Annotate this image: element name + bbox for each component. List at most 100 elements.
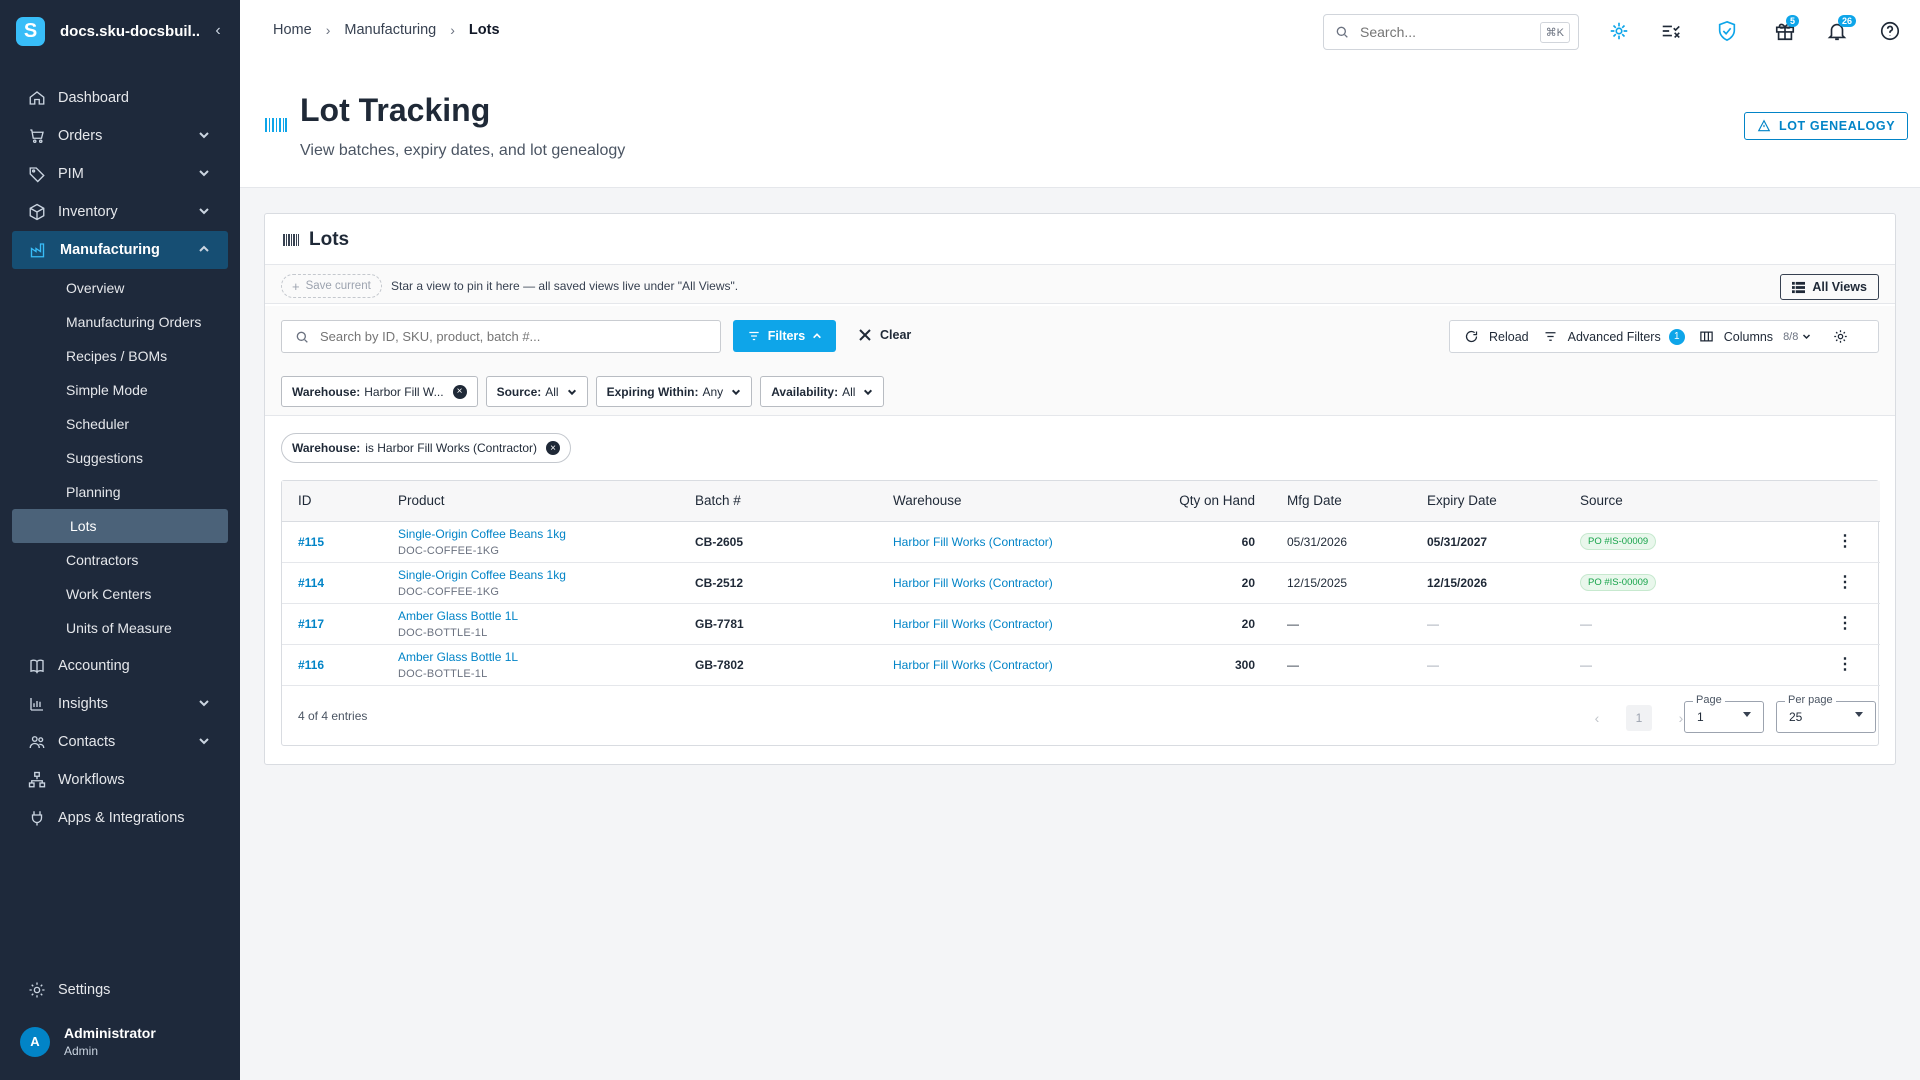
columns-label: Columns <box>1723 329 1774 344</box>
table-settings-button[interactable] <box>1833 329 1858 344</box>
column-header-id[interactable]: ID <box>282 481 382 522</box>
sidebar-item-accounting[interactable]: Accounting <box>0 647 240 685</box>
lot-id-link[interactable]: #114 <box>298 576 324 590</box>
table-search-input[interactable] <box>320 329 700 344</box>
row-menu-icon[interactable]: ⋮ <box>1810 603 1880 645</box>
workspace-name[interactable]: docs.sku-docsbuil... <box>60 23 200 40</box>
submenu-item-lots[interactable]: Lots <box>12 509 228 543</box>
product-link[interactable]: Single-Origin Coffee Beans 1kg <box>398 527 679 541</box>
column-header-source[interactable]: Source <box>1564 481 1810 522</box>
table-row[interactable]: #116 Amber Glass Bottle 1L DOC-BOTTLE-1L … <box>282 644 1880 686</box>
lot-id-link[interactable]: #115 <box>298 535 324 549</box>
submenu-item-recipes-boms[interactable]: Recipes / BOMs <box>0 339 240 373</box>
lot-id-link[interactable]: #116 <box>298 658 324 672</box>
clear-filters-button[interactable]: Clear <box>859 328 911 342</box>
sidebar-item-apps-integrations[interactable]: Apps & Integrations <box>0 799 240 837</box>
search-shortcut: ⌘K <box>1539 22 1570 43</box>
source-badge[interactable]: PO #IS-00009 <box>1580 574 1657 591</box>
source-filter-chip[interactable]: Source: All <box>485 376 588 407</box>
sidebar-item-manufacturing[interactable]: Manufacturing <box>12 231 228 269</box>
column-header-warehouse[interactable]: Warehouse <box>877 481 1137 522</box>
row-menu-icon[interactable]: ⋮ <box>1810 562 1880 604</box>
user-role: Admin <box>64 1044 99 1058</box>
submenu-item-units-of-measure[interactable]: Units of Measure <box>0 611 240 645</box>
advanced-filters-button[interactable]: Advanced Filters 1 <box>1543 328 1685 345</box>
all-views-button[interactable]: All Views <box>1780 274 1879 300</box>
submenu-item-simple-mode[interactable]: Simple Mode <box>0 373 240 407</box>
reload-button[interactable]: Reload <box>1464 329 1529 344</box>
table-search[interactable] <box>281 320 721 353</box>
breadcrumb-home[interactable]: Home <box>273 22 312 38</box>
row-menu-icon[interactable]: ⋮ <box>1810 521 1880 563</box>
global-search[interactable]: ⌘K <box>1323 14 1579 50</box>
expiring-within-filter-chip[interactable]: Expiring Within: Any <box>595 376 753 407</box>
warehouse-filter-chip[interactable]: Warehouse: Harbor Fill W... × <box>281 376 478 407</box>
table-row[interactable]: #117 Amber Glass Bottle 1L DOC-BOTTLE-1L … <box>282 603 1880 645</box>
table-toolbar: Filters Clear Reload Advanced Filters 1 … <box>265 306 1895 416</box>
product-link[interactable]: Amber Glass Bottle 1L <box>398 650 679 664</box>
prev-page-icon[interactable]: ‹ <box>1590 710 1604 726</box>
user-name: Administrator <box>64 1025 156 1041</box>
columns-button[interactable]: Columns 8/8 <box>1699 329 1812 344</box>
page-select-value: 1 <box>1697 710 1704 724</box>
chip-value: Harbor Fill W... <box>364 384 444 399</box>
page-select[interactable]: Page 1 <box>1684 694 1764 733</box>
submenu-item-manufacturing-orders[interactable]: Manufacturing Orders <box>0 305 240 339</box>
breadcrumb-current: Lots <box>468 22 500 38</box>
column-header-product[interactable]: Product <box>382 481 679 522</box>
sidebar-item-orders[interactable]: Orders <box>0 117 240 155</box>
warehouse-link[interactable]: Harbor Fill Works (Contractor) <box>893 576 1053 590</box>
batch-number: CB-2512 <box>695 575 744 590</box>
submenu-item-planning[interactable]: Planning <box>0 475 240 509</box>
submenu-item-overview[interactable]: Overview <box>0 271 240 305</box>
source-empty: — <box>1564 644 1810 686</box>
gift-icon[interactable]: 5 <box>1774 15 1800 42</box>
save-current-view-button[interactable]: + Save current <box>281 274 382 298</box>
ai-sparkle-icon[interactable] <box>1608 20 1630 42</box>
user-menu[interactable]: A Administrator Admin <box>20 1025 156 1058</box>
warehouse-link[interactable]: Harbor Fill Works (Contractor) <box>893 535 1053 549</box>
sidebar-item-contacts[interactable]: Contacts <box>0 723 240 761</box>
table-row[interactable]: #115 Single-Origin Coffee Beans 1kg DOC-C… <box>282 521 1880 563</box>
table-actions: Reload Advanced Filters 1 Columns 8/8 <box>1449 320 1879 353</box>
warehouse-link[interactable]: Harbor Fill Works (Contractor) <box>893 658 1053 672</box>
breadcrumb-manufacturing[interactable]: Manufacturing <box>344 22 436 38</box>
per-page-select[interactable]: Per page 25 <box>1776 694 1876 733</box>
row-menu-icon[interactable]: ⋮ <box>1810 644 1880 686</box>
source-badge[interactable]: PO #IS-00009 <box>1580 533 1657 550</box>
submenu-item-work-centers[interactable]: Work Centers <box>0 577 240 611</box>
help-icon[interactable] <box>1879 20 1901 42</box>
lot-genealogy-button[interactable]: LOT GENEALOGY <box>1744 112 1909 140</box>
page-number[interactable]: 1 <box>1626 705 1652 731</box>
tasks-icon[interactable] <box>1660 20 1682 42</box>
sidebar-item-dashboard[interactable]: Dashboard <box>0 79 240 117</box>
column-header-mfg-date[interactable]: Mfg Date <box>1263 481 1411 522</box>
warehouse-link[interactable]: Harbor Fill Works (Contractor) <box>893 617 1053 631</box>
sidebar-item-pim[interactable]: PIM <box>0 155 240 193</box>
submenu-item-suggestions[interactable]: Suggestions <box>0 441 240 475</box>
availability-filter-chip[interactable]: Availability: All <box>760 376 885 407</box>
active-filter-pill[interactable]: Warehouse: is Harbor Fill Works (Contrac… <box>281 433 572 463</box>
product-link[interactable]: Single-Origin Coffee Beans 1kg <box>398 568 679 582</box>
table-row[interactable]: #114 Single-Origin Coffee Beans 1kg DOC-C… <box>282 562 1880 604</box>
lot-id-link[interactable]: #117 <box>298 617 324 631</box>
remove-filter-icon[interactable]: × <box>546 441 561 455</box>
global-search-input[interactable] <box>1360 24 1520 40</box>
product-link[interactable]: Amber Glass Bottle 1L <box>398 609 679 623</box>
sidebar-item-workflows[interactable]: Workflows <box>0 761 240 799</box>
column-header-batch[interactable]: Batch # <box>679 481 877 522</box>
column-header-expiry-date[interactable]: Expiry Date <box>1411 481 1564 522</box>
column-header-qty[interactable]: Qty on Hand <box>1137 481 1263 522</box>
shield-icon[interactable] <box>1716 20 1738 42</box>
sidebar-item-settings[interactable]: Settings <box>28 981 110 999</box>
sidebar-item-inventory[interactable]: Inventory <box>0 193 240 231</box>
sidebar-item-insights[interactable]: Insights <box>0 685 240 723</box>
bell-icon[interactable]: 26 <box>1826 15 1857 42</box>
collapse-sidebar-icon[interactable]: ‹ <box>212 22 224 40</box>
submenu-item-scheduler[interactable]: Scheduler <box>0 407 240 441</box>
mfg-date: 12/15/2025 <box>1263 562 1411 604</box>
submenu-item-contractors[interactable]: Contractors <box>0 543 240 577</box>
filters-button[interactable]: Filters <box>733 320 836 352</box>
remove-filter-icon[interactable]: × <box>452 384 467 399</box>
sidebar-item-label: PIM <box>58 166 84 182</box>
